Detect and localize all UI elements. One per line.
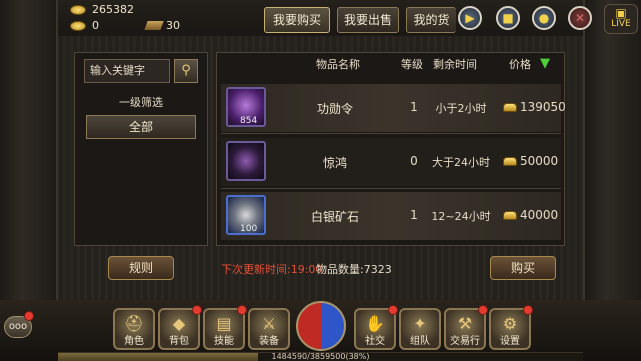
item-name: 功勋令 xyxy=(316,102,353,116)
buy-button[interactable]: 购买 xyxy=(490,256,556,280)
book-icon: ▤ xyxy=(216,314,232,333)
mute-icon[interactable]: ✕ xyxy=(568,6,592,30)
gold-amount: 265382 xyxy=(92,3,134,16)
alert-dot xyxy=(523,305,533,315)
bag-icon: ◆ xyxy=(172,314,186,333)
item-time: 12~24小时 xyxy=(431,210,491,223)
item-count: 物品数量:7323 xyxy=(316,263,392,276)
live-button[interactable]: ▣ LIVE xyxy=(604,4,638,34)
menu-label: 社交 xyxy=(365,336,385,347)
diamond-amount: 0 xyxy=(92,19,99,32)
menu-label: 技能 xyxy=(214,336,234,347)
menu-equipment[interactable]: ⚔ 装备 xyxy=(248,308,290,350)
team-icon: ✦ xyxy=(413,314,427,333)
item-time: 大于24小时 xyxy=(432,156,490,169)
item-time: 小于2小时 xyxy=(435,102,487,115)
menu-label: 交易行 xyxy=(450,336,480,347)
hp-mp-orb xyxy=(296,301,346,351)
item-price: 139050 xyxy=(520,100,566,114)
silver-ore-icon: 100 xyxy=(226,195,266,235)
ticket-icon xyxy=(144,21,164,30)
header-level: 等级 xyxy=(401,58,423,71)
alert-dot xyxy=(388,305,398,315)
alert-dot xyxy=(237,305,247,315)
mic-icon[interactable]: ● xyxy=(532,6,556,30)
refresh-time: 下次更新时间:19:00 xyxy=(221,263,323,276)
diamond-icon xyxy=(70,21,86,31)
ticket-amount: 30 xyxy=(166,19,180,32)
rules-button[interactable]: 规则 xyxy=(108,256,174,280)
menu-label: 设置 xyxy=(500,336,520,347)
table-row[interactable]: 100 白银矿石 1 12~24小时 40000 xyxy=(221,192,561,240)
menu-label: 背包 xyxy=(169,336,189,347)
armor-icon: ⚔ xyxy=(261,314,277,333)
gear-icon: ⚙ xyxy=(502,314,518,333)
search-input[interactable]: 输入关键字 xyxy=(84,59,170,83)
sort-arrow-icon[interactable]: ▼ xyxy=(540,56,550,71)
row-divider xyxy=(221,188,561,189)
menu-character[interactable]: ⛑ 角色 xyxy=(113,308,155,350)
alert-dot xyxy=(478,305,488,315)
filter-all-button[interactable]: 全部 xyxy=(86,115,196,139)
filter-label: 一级筛选 xyxy=(119,96,163,109)
header-price[interactable]: 价格 xyxy=(509,56,531,72)
menu-label: 角色 xyxy=(124,336,144,347)
badge-icon: 854 xyxy=(226,87,266,127)
helmet-icon: ⛑ xyxy=(123,314,145,333)
table-row[interactable]: 惊鸿 0 大于24小时 50000 xyxy=(221,138,561,186)
tab-buy[interactable]: 我要购买 xyxy=(264,7,330,33)
record-icon[interactable]: ■ xyxy=(496,6,520,30)
header-name: 物品名称 xyxy=(316,58,360,71)
item-name: 惊鸿 xyxy=(322,156,347,170)
play-icon[interactable]: ▶ xyxy=(458,6,482,30)
crystal-icon xyxy=(226,141,266,181)
alert-dot xyxy=(192,305,202,315)
camera-icon: ▣ xyxy=(615,6,627,20)
gold-ingot-icon xyxy=(503,211,517,220)
item-name: 白银矿石 xyxy=(310,210,359,224)
live-label: LIVE xyxy=(611,19,631,29)
tab-my-goods[interactable]: 我的货 xyxy=(406,7,456,33)
search-icon: ⚲ xyxy=(181,63,191,78)
tab-sell[interactable]: 我要出售 xyxy=(337,7,399,33)
header-time: 剩余时间 xyxy=(433,58,477,71)
item-price: 50000 xyxy=(520,154,559,168)
hammer-icon: ⚒ xyxy=(457,314,473,333)
menu-team[interactable]: ✦ 组队 xyxy=(399,308,441,350)
gold-ingot-icon xyxy=(503,157,517,166)
gold-coin-icon xyxy=(70,5,86,15)
item-quantity: 854 xyxy=(240,116,258,126)
row-divider xyxy=(221,133,561,134)
item-quantity: 100 xyxy=(240,224,258,234)
menu-label: 组队 xyxy=(410,336,430,347)
search-button[interactable]: ⚲ xyxy=(174,59,198,83)
menu-label: 装备 xyxy=(259,336,279,347)
item-price: 40000 xyxy=(520,208,559,222)
gold-ingot-icon xyxy=(503,103,517,112)
handshake-icon: ✋ xyxy=(365,314,385,333)
table-row[interactable]: 854 功勋令 1 小于2小时 139050 xyxy=(221,84,566,132)
exp-text: 1484590/3859500(38%) xyxy=(271,352,370,361)
alert-dot xyxy=(24,311,34,321)
